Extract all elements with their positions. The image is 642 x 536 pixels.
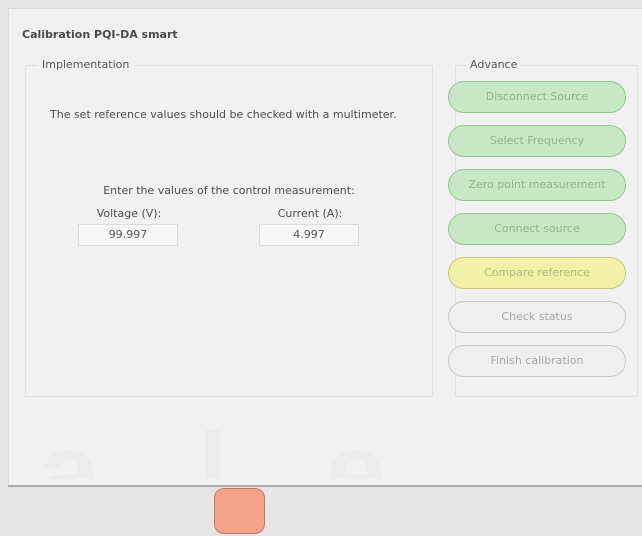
check-status-button[interactable]: Check status <box>448 301 626 333</box>
voltage-input[interactable]: 99.997 <box>78 224 178 246</box>
instruction-text: The set reference values should be check… <box>50 108 397 121</box>
footer-divider <box>8 485 642 487</box>
voltage-label: Voltage (V): <box>96 207 162 220</box>
implementation-group-label: Implementation <box>38 58 134 71</box>
connect-source-button[interactable]: Connect source <box>448 213 626 245</box>
advance-group-label: Advance <box>466 58 522 71</box>
footer-action-button[interactable] <box>214 488 265 534</box>
finish-calibration-button[interactable]: Finish calibration <box>448 345 626 377</box>
compare-reference-button[interactable]: Compare reference <box>448 257 626 289</box>
current-input[interactable]: 4.997 <box>259 224 359 246</box>
measurement-prompt: Enter the values of the control measurem… <box>103 184 355 197</box>
window-title: Calibration PQI-DA smart <box>22 28 178 41</box>
implementation-group: Implementation The set reference values … <box>25 58 433 397</box>
calibration-window: Calibration PQI-DA smart a l e Implement… <box>8 8 642 485</box>
disconnect-source-button[interactable]: Disconnect Source <box>448 81 626 113</box>
select-frequency-button[interactable]: Select Frequency <box>448 125 626 157</box>
background-watermark: a l e <box>39 411 399 479</box>
zero-point-measurement-button[interactable]: Zero point measurement <box>448 169 626 201</box>
current-label: Current (A): <box>277 207 343 220</box>
